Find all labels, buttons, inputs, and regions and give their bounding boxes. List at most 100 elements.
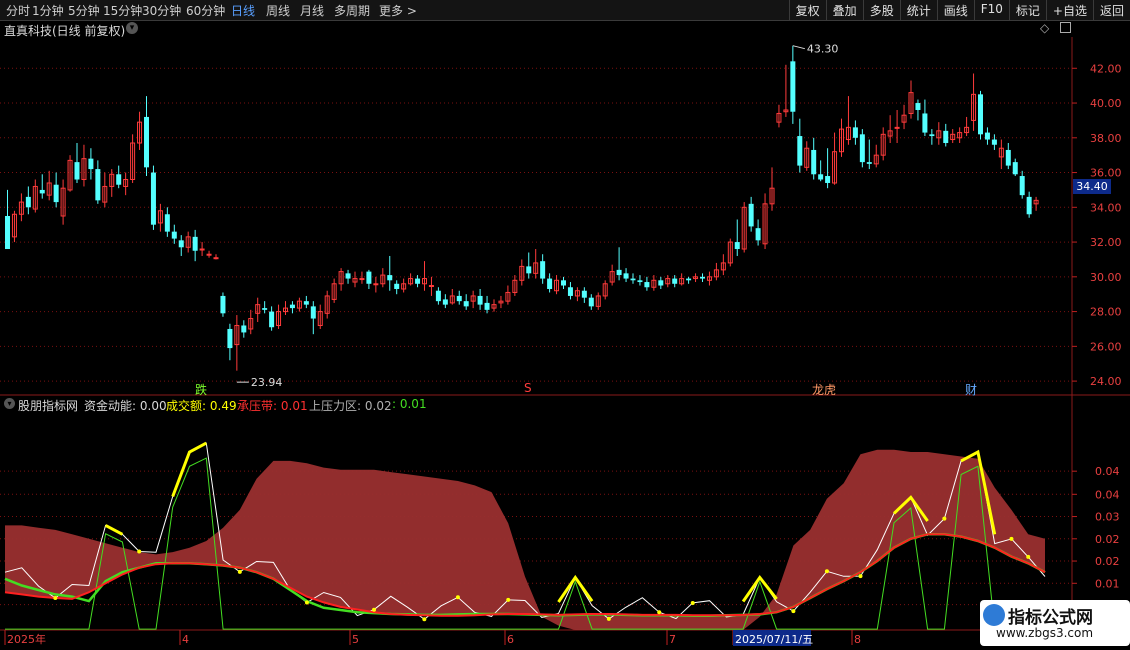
candle-body-down — [811, 149, 817, 175]
price-tick-label: 40.00 — [1090, 97, 1122, 110]
candle-body-down — [561, 280, 566, 286]
watermark-title: 指标公式网 — [1008, 608, 1093, 628]
candle-body-down — [88, 158, 94, 170]
candle-body-down — [700, 276, 705, 279]
price-tick-label: 36.00 — [1090, 167, 1122, 180]
price-tick-label: 28.00 — [1090, 306, 1122, 319]
candle-body-up — [894, 126, 900, 129]
indicator-tick-label: 0.04 — [1095, 465, 1120, 478]
candle-body-down — [415, 278, 421, 284]
time-tick-label: 5 — [352, 633, 359, 646]
candle-body-down — [852, 127, 858, 138]
candle-body-down — [150, 172, 156, 225]
candle-body-down — [289, 304, 295, 309]
candle-body-down — [345, 273, 351, 279]
time-tick-label: 2025年 — [7, 632, 46, 646]
signal-s: S — [524, 381, 532, 395]
time-tick-label: 7 — [669, 633, 676, 646]
volume-dot — [422, 617, 427, 622]
candle-body-down — [310, 306, 316, 319]
candle-body-down — [1026, 196, 1032, 215]
indicator-name[interactable]: 股朋指标网 — [18, 397, 78, 414]
pressure-band — [5, 449, 1045, 630]
watermark: 指标公式网 www.zbgs3.com — [980, 600, 1130, 646]
volume-dot — [137, 549, 142, 554]
candle-body-down — [526, 266, 532, 274]
candle-body-down — [5, 216, 10, 250]
candle-body-down — [95, 169, 101, 201]
watermark-url: www.zbgs3.com — [996, 626, 1094, 640]
candle-body-down — [637, 280, 643, 283]
volume-dot — [53, 596, 58, 601]
candle-body-down — [39, 189, 45, 194]
candle-body-down — [74, 162, 80, 180]
volume-legend: 成交额: 0.49 — [166, 397, 237, 414]
candle-body-down — [686, 278, 692, 281]
pressure-legend: 上压力区: 0.02 — [309, 397, 392, 414]
candle-body-down — [943, 130, 949, 144]
candle-body-up — [213, 257, 219, 260]
volume-dot — [942, 516, 947, 521]
candle-body-down — [818, 174, 824, 180]
signal-cai: 财 — [965, 383, 978, 397]
candle-body-down — [922, 113, 928, 133]
candle-body-down — [192, 236, 198, 251]
candle-body-down — [825, 176, 831, 183]
volume-dot — [455, 595, 460, 600]
candle-body-down — [790, 61, 796, 112]
candle-body-down — [227, 328, 233, 349]
candle-body-down — [366, 271, 372, 284]
candle-body-down — [658, 280, 664, 286]
candle-body-down — [442, 299, 448, 305]
volume-dot — [791, 609, 796, 614]
candle-body-down — [1019, 176, 1025, 196]
candle-body-down — [435, 290, 441, 302]
price-tick-label: 26.00 — [1090, 340, 1122, 353]
candle-body-down — [116, 174, 122, 185]
current-price-tag: 34.40 — [1073, 179, 1111, 194]
time-axis: 2025年 4 5 6 7 2025/07/11/五 8 — [4, 630, 861, 646]
candle-body-down — [164, 214, 170, 232]
indicator-menu-icon[interactable]: ▾ — [4, 398, 15, 409]
candle-body-down — [588, 297, 594, 307]
candle-body-down — [859, 134, 865, 163]
candle-body-down — [1005, 149, 1011, 166]
indicator-tick-label: 0.01 — [1095, 577, 1120, 590]
candle-body-down — [755, 228, 761, 241]
candle-body-down — [477, 295, 483, 305]
candle-body-down — [581, 290, 587, 298]
volume-highlight — [171, 441, 208, 498]
signal-longhu: 龙虎 — [812, 383, 837, 397]
candle-body-down — [978, 94, 983, 135]
volume-dot — [690, 600, 695, 605]
candle-body-down — [144, 116, 149, 168]
candle-body-down — [387, 275, 393, 281]
funds-value: 0.00 — [139, 399, 167, 413]
volume-dot — [237, 569, 242, 574]
candle-body-down — [644, 282, 650, 288]
pressure-label: 上压力区: — [309, 399, 362, 413]
candle-body-down — [1012, 162, 1018, 175]
candle-body-down — [25, 196, 31, 208]
candle-body-up — [428, 285, 434, 288]
candle-body-down — [991, 139, 997, 145]
candle-body-down — [734, 242, 740, 250]
candle-body-down — [220, 295, 226, 314]
logo-icon — [983, 604, 1005, 626]
high-pointer — [792, 45, 805, 50]
candle-body-down — [748, 203, 754, 227]
indicator-axis: 0.010.010.020.020.030.040.04 — [1072, 465, 1120, 612]
volume-dot — [657, 610, 662, 615]
high-price-label: 43.30 — [807, 43, 839, 56]
volume-dot — [824, 569, 829, 574]
candle-body-up — [373, 283, 379, 286]
candle-body-down — [797, 136, 803, 166]
support-legend: 承压带: 0.01 — [237, 397, 308, 414]
candle-body-down — [53, 184, 59, 203]
volume-dot — [506, 597, 511, 602]
candle-body-down — [456, 295, 462, 302]
candle-body-down — [540, 261, 546, 279]
volume-dot — [606, 616, 611, 621]
chart-canvas[interactable]: 24.00 26.00 28.00 30.00 32.00 34.00 36.00 38.00… — [0, 0, 1130, 650]
candle-body-down — [616, 269, 622, 276]
